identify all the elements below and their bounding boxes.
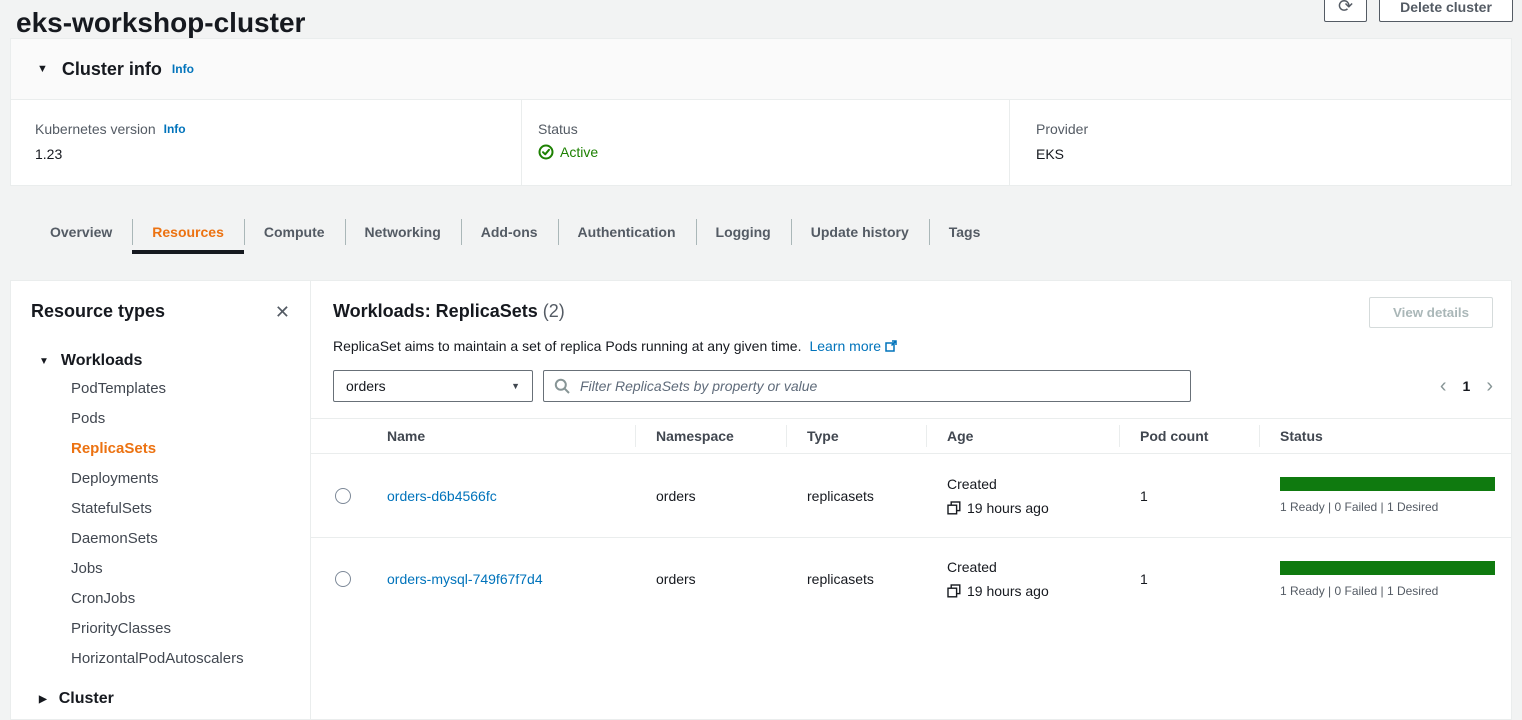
age-cell: Created 19 hours ago bbox=[926, 476, 1119, 516]
check-circle-icon bbox=[538, 144, 554, 160]
tab-compute[interactable]: Compute bbox=[244, 212, 345, 252]
page-title: eks-workshop-cluster bbox=[16, 7, 305, 39]
kubernetes-version-info-link[interactable]: Info bbox=[164, 122, 186, 136]
tab-logging[interactable]: Logging bbox=[696, 212, 791, 252]
tab-resources[interactable]: Resources bbox=[132, 212, 244, 252]
panel-description: ReplicaSet aims to maintain a set of rep… bbox=[333, 338, 1493, 354]
pagination: ‹ 1 › bbox=[1440, 376, 1493, 396]
tab-overview[interactable]: Overview bbox=[30, 212, 132, 252]
type-cell: replicasets bbox=[786, 571, 926, 587]
close-icon[interactable]: ✕ bbox=[275, 303, 290, 321]
resource-types-sidebar: Resource types ✕ ▼ Workloads PodTemplate… bbox=[11, 281, 311, 719]
namespace-filter-select[interactable]: orders ▼ bbox=[333, 370, 533, 402]
sidebar-item-replicasets[interactable]: ReplicaSets bbox=[71, 434, 290, 464]
panel-title: Workloads: ReplicaSets (2) bbox=[333, 297, 565, 322]
tab-authentication[interactable]: Authentication bbox=[558, 212, 696, 252]
cluster-info-card: ▼ Cluster info Info Kubernetes version I… bbox=[10, 38, 1512, 186]
filter-search-input[interactable] bbox=[578, 377, 1180, 395]
expand-caret-icon[interactable]: ▼ bbox=[37, 63, 48, 75]
resources-panel: Resource types ✕ ▼ Workloads PodTemplate… bbox=[10, 280, 1512, 720]
column-header-name: Name bbox=[358, 428, 635, 444]
sidebar-item-cronjobs[interactable]: CronJobs bbox=[71, 584, 290, 614]
caret-right-icon: ▶ bbox=[39, 694, 47, 705]
type-cell: replicasets bbox=[786, 488, 926, 504]
provider-label: Provider bbox=[1036, 121, 1088, 137]
table-row: orders-d6b4566fc orders replicasets Crea… bbox=[311, 454, 1511, 538]
next-page-icon[interactable]: › bbox=[1486, 376, 1493, 396]
previous-page-icon[interactable]: ‹ bbox=[1440, 376, 1447, 396]
cluster-info-header[interactable]: ▼ Cluster info Info bbox=[11, 39, 1511, 100]
search-icon bbox=[554, 378, 570, 394]
provider-field: Provider EKS bbox=[1009, 100, 1511, 185]
replicasets-table: Name Namespace Type Age Pod count Status… bbox=[311, 418, 1511, 620]
namespace-cell: orders bbox=[635, 488, 786, 504]
kubernetes-version-label: Kubernetes version bbox=[35, 121, 156, 137]
table-header-row: Name Namespace Type Age Pod count Status bbox=[311, 419, 1511, 454]
sidebar-item-podtemplates[interactable]: PodTemplates bbox=[71, 374, 290, 404]
cluster-info-title: Cluster info bbox=[62, 59, 162, 80]
status-text: 1 Ready | 0 Failed | 1 Desired bbox=[1280, 584, 1511, 598]
copy-icon[interactable] bbox=[947, 501, 961, 515]
tree-group-workloads[interactable]: ▼ Workloads bbox=[31, 352, 290, 370]
copy-icon[interactable] bbox=[947, 584, 961, 598]
status-value: Active bbox=[538, 144, 1009, 160]
replicasets-panel: Workloads: ReplicaSets (2) View details … bbox=[311, 281, 1511, 719]
tab-update-history[interactable]: Update history bbox=[791, 212, 929, 252]
sidebar-item-horizontalpodautoscalers[interactable]: HorizontalPodAutoscalers bbox=[71, 644, 290, 674]
status-text: 1 Ready | 0 Failed | 1 Desired bbox=[1280, 500, 1511, 514]
table-row: orders-mysql-749f67f7d4 orders replicase… bbox=[311, 538, 1511, 620]
column-header-type: Type bbox=[786, 428, 926, 444]
delete-cluster-button[interactable]: Delete cluster bbox=[1379, 0, 1513, 22]
resource-type-tree: ▼ Workloads PodTemplates Pods ReplicaSet… bbox=[31, 352, 290, 708]
external-link-icon bbox=[885, 340, 897, 352]
refresh-icon: ⟳ bbox=[1338, 0, 1353, 17]
replicaset-name-link[interactable]: orders-d6b4566fc bbox=[387, 488, 497, 504]
row-select-radio[interactable] bbox=[335, 571, 351, 587]
tab-networking[interactable]: Networking bbox=[345, 212, 461, 252]
sidebar-item-deployments[interactable]: Deployments bbox=[71, 464, 290, 494]
age-cell: Created 19 hours ago bbox=[926, 559, 1119, 599]
namespace-cell: orders bbox=[635, 571, 786, 587]
tree-group-cluster[interactable]: ▶ Cluster bbox=[31, 690, 290, 708]
current-page[interactable]: 1 bbox=[1463, 378, 1471, 394]
status-cell: 1 Ready | 0 Failed | 1 Desired bbox=[1259, 477, 1511, 514]
learn-more-link[interactable]: Learn more bbox=[809, 338, 881, 354]
pod-count-cell: 1 bbox=[1119, 571, 1259, 587]
result-count: (2) bbox=[543, 301, 565, 321]
row-select-radio[interactable] bbox=[335, 488, 351, 504]
cluster-tabs: Overview Resources Compute Networking Ad… bbox=[30, 212, 1000, 252]
tab-add-ons[interactable]: Add-ons bbox=[461, 212, 558, 252]
chevron-down-icon: ▼ bbox=[511, 381, 520, 391]
provider-value: EKS bbox=[1036, 146, 1511, 162]
sidebar-item-pods[interactable]: Pods bbox=[71, 404, 290, 434]
kubernetes-version-value: 1.23 bbox=[35, 146, 521, 162]
status-label: Status bbox=[538, 121, 578, 137]
resource-types-title: Resource types bbox=[31, 301, 165, 322]
kubernetes-version-field: Kubernetes version Info 1.23 bbox=[11, 100, 521, 185]
sidebar-item-statefulsets[interactable]: StatefulSets bbox=[71, 494, 290, 524]
column-header-pod-count: Pod count bbox=[1119, 428, 1259, 444]
sidebar-item-priorityclasses[interactable]: PriorityClasses bbox=[71, 614, 290, 644]
refresh-button[interactable]: ⟳ bbox=[1324, 0, 1367, 22]
status-bar bbox=[1280, 561, 1495, 575]
replicaset-name-link[interactable]: orders-mysql-749f67f7d4 bbox=[387, 571, 543, 587]
column-header-age: Age bbox=[926, 428, 1119, 444]
sidebar-item-jobs[interactable]: Jobs bbox=[71, 554, 290, 584]
sidebar-item-daemonsets[interactable]: DaemonSets bbox=[71, 524, 290, 554]
status-cell: 1 Ready | 0 Failed | 1 Desired bbox=[1259, 561, 1511, 598]
column-header-namespace: Namespace bbox=[635, 428, 786, 444]
status-field: Status Active bbox=[521, 100, 1009, 185]
namespace-filter-value: orders bbox=[346, 378, 386, 394]
view-details-button[interactable]: View details bbox=[1369, 297, 1493, 328]
status-bar bbox=[1280, 477, 1495, 491]
caret-down-icon: ▼ bbox=[39, 356, 49, 367]
cluster-info-info-link[interactable]: Info bbox=[172, 62, 194, 76]
filter-search-field[interactable] bbox=[543, 370, 1191, 402]
pod-count-cell: 1 bbox=[1119, 488, 1259, 504]
column-header-status: Status bbox=[1259, 428, 1511, 444]
tab-tags[interactable]: Tags bbox=[929, 212, 1001, 252]
